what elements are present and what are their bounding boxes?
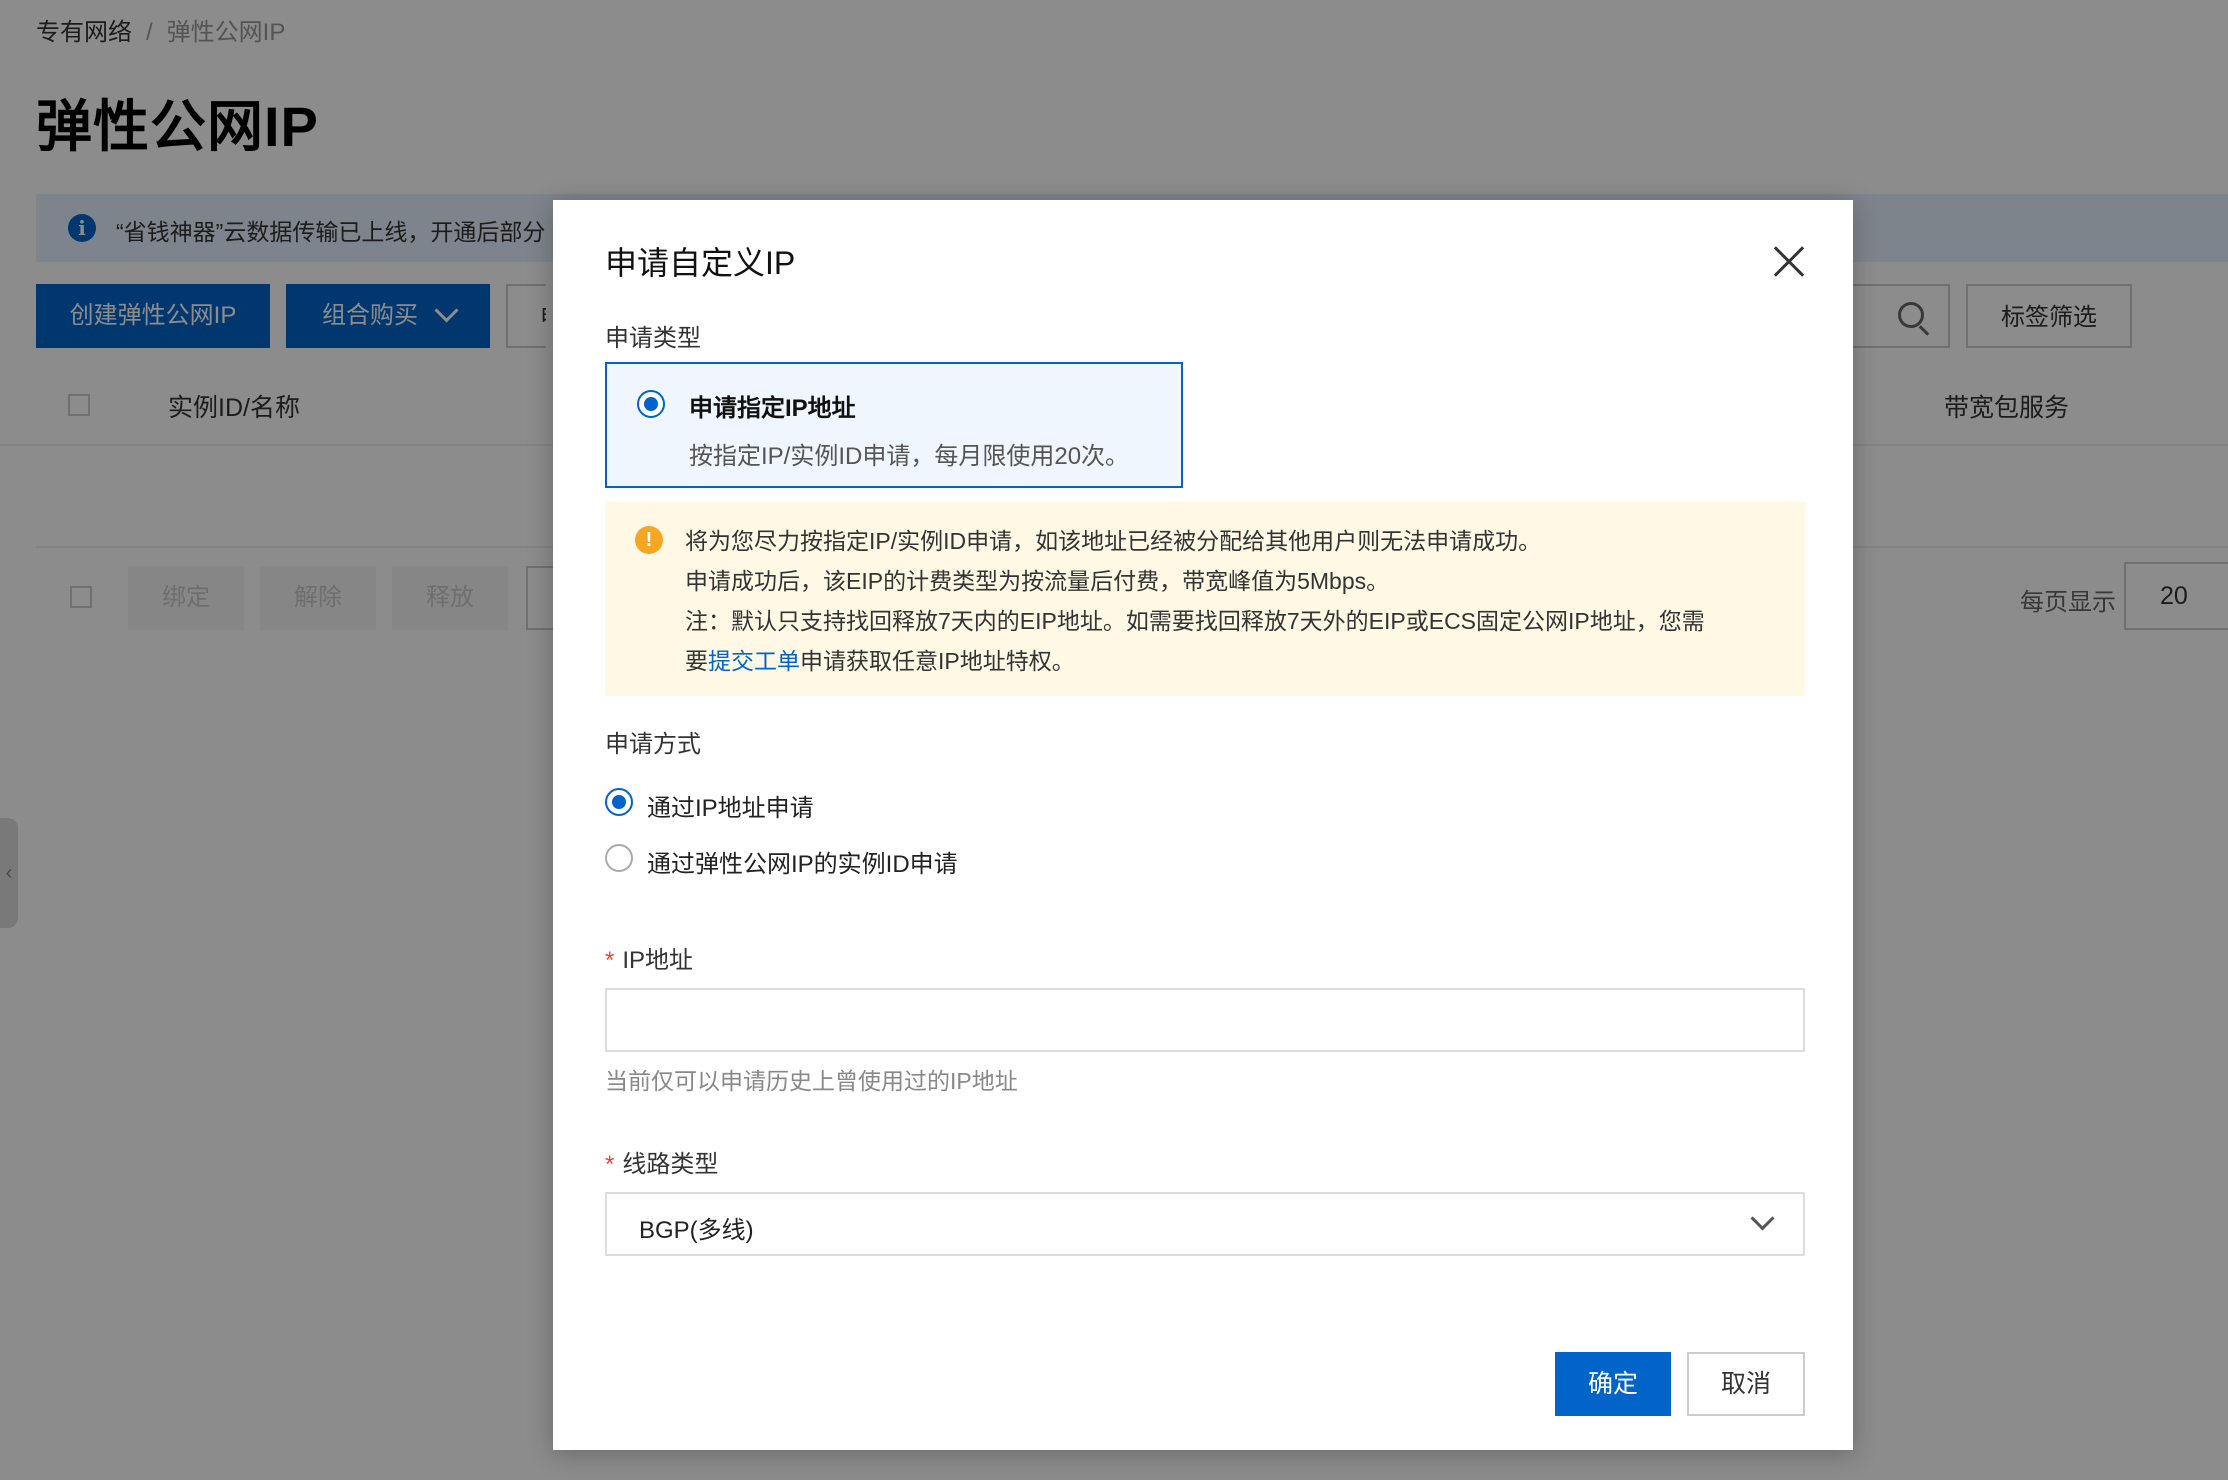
ip-address-label: * IP地址: [605, 940, 693, 975]
confirm-button[interactable]: 确定: [1555, 1352, 1671, 1416]
ip-address-hint: 当前仅可以申请历史上曾使用过的IP地址: [605, 1068, 1018, 1094]
warning-line-4: 要提交工单申请获取任意IP地址特权。: [685, 642, 1075, 676]
warning-line-2: 申请成功后，该EIP的计费类型为按流量后付费，带宽峰值为5Mbps。: [685, 568, 1390, 594]
line-type-label-text: 线路类型: [622, 1151, 719, 1178]
ip-address-label-text: IP地址: [622, 947, 694, 974]
apply-method-label: 申请方式: [605, 731, 701, 758]
close-icon[interactable]: [1771, 244, 1807, 280]
warning-line-3: 注：默认只支持找回释放7天内的EIP地址。如需要找回释放7天外的EIP或ECS固…: [685, 608, 1705, 634]
line-type-select[interactable]: BGP(多线): [605, 1192, 1805, 1256]
warning-line-1: 将为您尽力按指定IP/实例ID申请，如该地址已经被分配给其他用户则无法申请成功。: [685, 528, 1542, 554]
method-radio-ip[interactable]: [605, 788, 633, 816]
warning-icon: !: [635, 526, 663, 554]
submit-ticket-link[interactable]: 提交工单: [708, 648, 800, 674]
apply-type-desc: 按指定IP/实例ID申请，每月限使用20次。: [689, 443, 1130, 470]
apply-type-card-specified-ip[interactable]: 申请指定IP地址 按指定IP/实例ID申请，每月限使用20次。: [605, 362, 1183, 488]
apply-type-radio[interactable]: [637, 390, 665, 418]
required-mark: *: [605, 1151, 615, 1178]
apply-custom-ip-dialog: 申请自定义IP 申请类型 申请指定IP地址 按指定IP/实例ID申请，每月限使用…: [553, 200, 1853, 1450]
ip-address-input[interactable]: [605, 988, 1805, 1052]
cancel-button[interactable]: 取消: [1687, 1352, 1805, 1416]
line-type-label: * 线路类型: [605, 1144, 718, 1179]
line-type-value: BGP(多线): [639, 1217, 754, 1244]
method-option-ip-label[interactable]: 通过IP地址申请: [647, 788, 814, 823]
warning-alert: ! 将为您尽力按指定IP/实例ID申请，如该地址已经被分配给其他用户则无法申请成…: [605, 502, 1805, 696]
apply-type-title: 申请指定IP地址: [689, 395, 856, 422]
dialog-title: 申请自定义IP: [605, 245, 796, 281]
required-mark: *: [605, 947, 615, 974]
method-option-instance-id-label[interactable]: 通过弹性公网IP的实例ID申请: [647, 844, 958, 879]
apply-type-label: 申请类型: [605, 325, 701, 352]
warning-line-4-suffix: 申请获取任意IP地址特权。: [800, 648, 1075, 674]
method-radio-instance-id[interactable]: [605, 844, 633, 872]
warning-line-4-prefix: 要: [685, 648, 708, 674]
chevron-down-icon: [1750, 1206, 1775, 1231]
